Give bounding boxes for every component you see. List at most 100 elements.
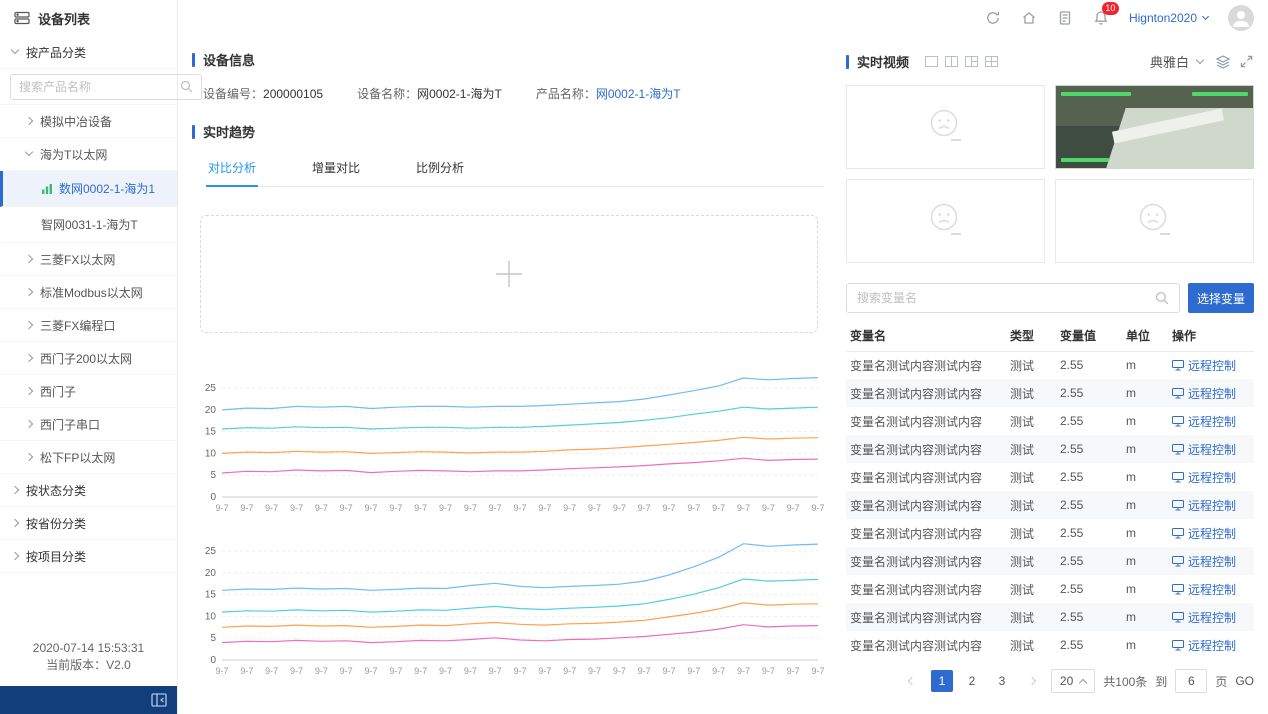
table-row: 变量名测试内容测试内容测试2.55m远程控制 — [846, 547, 1254, 575]
user-menu[interactable]: Hignton2020 — [1129, 11, 1208, 25]
notifications-bell-icon[interactable]: 10 — [1093, 10, 1109, 26]
next-page-button[interactable] — [1021, 670, 1043, 692]
add-curve-dropzone[interactable] — [200, 215, 818, 333]
remote-control-link[interactable]: 远程控制 — [1172, 497, 1236, 514]
select-variable-button[interactable]: 选择变量 — [1188, 283, 1254, 313]
trend-tab-2[interactable]: 增量对比 — [310, 151, 362, 186]
svg-text:9-7: 9-7 — [538, 503, 551, 513]
sidebar-section-product[interactable]: 按产品分类 — [0, 36, 177, 69]
chevron-right-icon — [25, 453, 33, 461]
sidebar-section-project[interactable]: 按项目分类 — [0, 540, 177, 573]
remote-control-link[interactable]: 远程控制 — [1172, 609, 1236, 626]
tree-leaf[interactable]: 智网0031-1-海为T — [0, 207, 177, 243]
tree-node[interactable]: 西门子串口 — [0, 408, 177, 441]
var-action: 远程控制 — [1168, 631, 1254, 659]
remote-control-link[interactable]: 远程控制 — [1172, 469, 1236, 486]
page-button-3[interactable]: 3 — [991, 670, 1013, 692]
var-action: 远程控制 — [1168, 575, 1254, 603]
svg-text:9-7: 9-7 — [389, 666, 402, 676]
fullscreen-icon[interactable] — [1239, 54, 1254, 69]
jump-prefix: 到 — [1155, 673, 1167, 690]
device-info-title-text: 设备信息 — [203, 50, 255, 69]
plus-icon — [494, 259, 524, 289]
jump-page-input[interactable] — [1175, 669, 1207, 693]
video-placeholder[interactable] — [1055, 179, 1254, 263]
tree-node[interactable]: 模拟中冶设备 — [0, 105, 177, 138]
var-action: 远程控制 — [1168, 463, 1254, 491]
prev-page-button[interactable] — [901, 670, 923, 692]
camera-feed[interactable] — [1055, 85, 1254, 169]
variable-search-box — [846, 283, 1180, 313]
tree-node-label: 西门子 — [40, 383, 76, 400]
svg-text:9-7: 9-7 — [737, 666, 750, 676]
content: 设备信息 设备编号：200000105 设备名称：网0002-1-海为T 产品名… — [178, 36, 1268, 714]
layout-four-grid-icon[interactable] — [985, 56, 998, 67]
theme-select[interactable]: 典雅白 — [1146, 50, 1207, 73]
tree-node[interactable]: 西门子 — [0, 375, 177, 408]
remote-control-link[interactable]: 远程控制 — [1172, 413, 1236, 430]
svg-text:9-7: 9-7 — [265, 503, 278, 513]
remote-control-link[interactable]: 远程控制 — [1172, 525, 1236, 542]
collapse-sidebar-icon[interactable] — [151, 693, 167, 707]
sidebar-collapse-bar[interactable] — [0, 686, 177, 714]
table-row: 变量名测试内容测试内容测试2.55m远程控制 — [846, 463, 1254, 491]
var-unit: m — [1122, 631, 1168, 659]
tree-node[interactable]: 海为T以太网 — [0, 138, 177, 171]
remote-control-link[interactable]: 远程控制 — [1172, 385, 1236, 402]
svg-text:9-7: 9-7 — [240, 666, 253, 676]
layout-single-icon[interactable] — [925, 56, 938, 67]
refresh-icon[interactable] — [985, 10, 1001, 26]
layout-two-pane-icon[interactable] — [945, 56, 958, 67]
document-icon[interactable] — [1057, 10, 1073, 26]
var-action: 远程控制 — [1168, 379, 1254, 407]
remote-control-label: 远程控制 — [1188, 581, 1236, 598]
page-button-2[interactable]: 2 — [961, 670, 983, 692]
var-action: 远程控制 — [1168, 603, 1254, 631]
variable-search-input[interactable] — [857, 291, 1149, 305]
product-name-link[interactable]: 网0002-1-海为T — [596, 87, 681, 101]
page-button-1[interactable]: 1 — [931, 670, 953, 692]
var-name: 变量名测试内容测试内容 — [846, 435, 1006, 463]
var-type: 测试 — [1006, 547, 1056, 575]
tree-node[interactable]: 西门子200以太网 — [0, 342, 177, 375]
section-label: 按状态分类 — [26, 482, 86, 499]
sidebar-section-province[interactable]: 按省份分类 — [0, 507, 177, 540]
camera-osd-text — [1192, 92, 1248, 96]
page-size-select[interactable]: 20 — [1051, 669, 1095, 693]
product-search-input[interactable] — [19, 80, 174, 94]
svg-text:9-7: 9-7 — [439, 666, 452, 676]
svg-text:20: 20 — [205, 568, 217, 579]
layout-three-pane-icon[interactable] — [965, 56, 978, 67]
title-accent-bar — [846, 55, 849, 69]
remote-control-icon — [1172, 556, 1184, 567]
remote-control-link[interactable]: 远程控制 — [1172, 441, 1236, 458]
device-icon — [41, 183, 53, 195]
tree-node[interactable]: 标准Modbus以太网 — [0, 276, 177, 309]
trend-tab-3[interactable]: 比例分析 — [414, 151, 466, 186]
sidebar-section-status[interactable]: 按状态分类 — [0, 474, 177, 507]
var-type: 测试 — [1006, 491, 1056, 519]
svg-text:9-7: 9-7 — [787, 503, 800, 513]
tree-leaf[interactable]: 数网0002-1-海为1 — [0, 171, 177, 207]
trend-tab-1[interactable]: 对比分析 — [206, 151, 258, 187]
app-title: 设备列表 — [38, 9, 90, 28]
tree-node[interactable]: 三菱FX以太网 — [0, 243, 177, 276]
home-icon[interactable] — [1021, 10, 1037, 26]
product-tree: 模拟中冶设备海为T以太网数网0002-1-海为1智网0031-1-海为T三菱FX… — [0, 105, 177, 474]
layers-icon[interactable] — [1215, 54, 1231, 70]
svg-text:9-7: 9-7 — [464, 503, 477, 513]
var-value: 2.55 — [1056, 407, 1122, 435]
svg-text:9-7: 9-7 — [538, 666, 551, 676]
go-button[interactable]: GO — [1235, 674, 1254, 688]
tree-node[interactable]: 松下FP以太网 — [0, 441, 177, 474]
remote-control-link[interactable]: 远程控制 — [1172, 357, 1236, 374]
remote-control-link[interactable]: 远程控制 — [1172, 581, 1236, 598]
svg-text:25: 25 — [205, 383, 217, 394]
video-placeholder[interactable] — [846, 179, 1045, 263]
remote-control-link[interactable]: 远程控制 — [1172, 637, 1236, 654]
remote-control-link[interactable]: 远程控制 — [1172, 553, 1236, 570]
svg-text:9-7: 9-7 — [588, 666, 601, 676]
video-placeholder[interactable] — [846, 85, 1045, 169]
avatar[interactable] — [1228, 5, 1254, 31]
tree-node[interactable]: 三菱FX编程口 — [0, 309, 177, 342]
